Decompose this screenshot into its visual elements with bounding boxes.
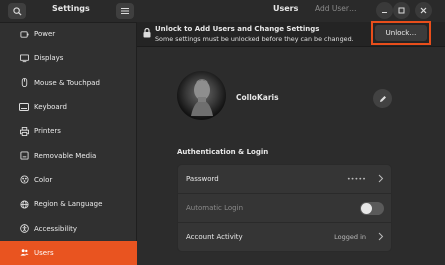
sidebar-item-label: Region & Language <box>34 200 103 209</box>
sidebar: Settings Power Displays Mouse & Touchpad… <box>0 0 137 265</box>
unlock-title: Unlock to Add Users and Change Settings <box>155 25 320 33</box>
pencil-icon <box>379 95 386 102</box>
sidebar-item-mouse[interactable]: Mouse & Touchpad <box>0 71 137 95</box>
accessibility-icon <box>19 224 29 234</box>
automatic-login-row: Automatic Login <box>178 194 391 223</box>
keyboard-icon <box>19 102 29 112</box>
edit-name-button[interactable] <box>373 89 392 108</box>
unlock-subtitle: Some settings must be unlocked before th… <box>155 35 354 43</box>
sidebar-item-label: Removable Media <box>34 151 97 160</box>
sidebar-item-users[interactable]: Users <box>0 240 137 265</box>
sidebar-item-label: Mouse & Touchpad <box>34 78 100 87</box>
sidebar-item-region[interactable]: Region & Language <box>0 192 137 216</box>
printer-icon <box>19 126 29 136</box>
row-label: Account Activity <box>186 233 243 241</box>
sidebar-list: Power Displays Mouse & Touchpad Keyboard… <box>0 22 137 265</box>
automatic-login-toggle[interactable] <box>360 202 384 215</box>
search-button[interactable] <box>8 3 26 19</box>
auth-section-title: Authentication & Login <box>177 148 269 156</box>
minimize-button[interactable] <box>376 2 393 19</box>
row-label: Password <box>186 175 219 183</box>
chevron-right-icon <box>378 232 384 241</box>
user-name: ColloKaris <box>236 93 279 102</box>
removable-media-icon <box>19 151 29 161</box>
avatar[interactable] <box>177 71 226 120</box>
minimize-icon <box>382 12 387 13</box>
unlock-button[interactable]: Unlock… <box>375 25 427 41</box>
sidebar-item-label: Accessibility <box>34 224 78 233</box>
sidebar-header: Settings <box>0 0 137 23</box>
mouse-icon <box>19 78 29 88</box>
display-icon <box>19 53 29 63</box>
sidebar-item-keyboard[interactable]: Keyboard <box>0 95 137 119</box>
sidebar-item-accessibility[interactable]: Accessibility <box>0 216 137 240</box>
users-icon <box>19 248 29 258</box>
row-label: Automatic Login <box>186 204 244 212</box>
sidebar-item-removable-media[interactable]: Removable Media <box>0 143 137 167</box>
add-user-button[interactable]: Add User… <box>315 4 357 13</box>
sidebar-item-color[interactable]: Color <box>0 168 137 192</box>
sidebar-item-label: Power <box>34 30 56 39</box>
toggle-knob <box>361 203 372 214</box>
menu-button[interactable] <box>116 3 134 19</box>
sidebar-item-printers[interactable]: Printers <box>0 119 137 143</box>
maximize-icon <box>398 7 405 14</box>
chevron-right-icon <box>378 174 384 183</box>
account-activity-row[interactable]: Account Activity Logged in <box>178 223 391 251</box>
password-row[interactable]: Password ••••• <box>178 165 391 194</box>
password-value: ••••• <box>346 175 366 183</box>
sidebar-item-label: Displays <box>34 54 64 63</box>
sidebar-item-power[interactable]: Power <box>0 22 137 46</box>
sidebar-item-displays[interactable]: Displays <box>0 46 137 70</box>
main-header: Users Add User… <box>137 0 445 23</box>
maximize-button[interactable] <box>393 2 410 19</box>
color-icon <box>19 175 29 185</box>
search-icon <box>12 6 22 16</box>
sidebar-item-label: Printers <box>34 127 61 136</box>
page-title: Users <box>273 4 299 13</box>
bust-statue-image <box>191 79 213 116</box>
hamburger-icon <box>121 8 129 14</box>
sidebar-item-label: Color <box>34 175 53 184</box>
lock-icon <box>143 28 151 38</box>
power-icon <box>19 29 29 39</box>
sidebar-item-label: Users <box>34 248 54 257</box>
auth-card: Password ••••• Automatic Login Account A… <box>177 164 392 252</box>
close-icon <box>420 7 427 14</box>
close-button[interactable] <box>415 2 432 19</box>
account-activity-value: Logged in <box>334 233 366 241</box>
sidebar-item-label: Keyboard <box>34 103 67 112</box>
region-icon <box>19 199 29 209</box>
sidebar-title: Settings <box>52 4 90 13</box>
